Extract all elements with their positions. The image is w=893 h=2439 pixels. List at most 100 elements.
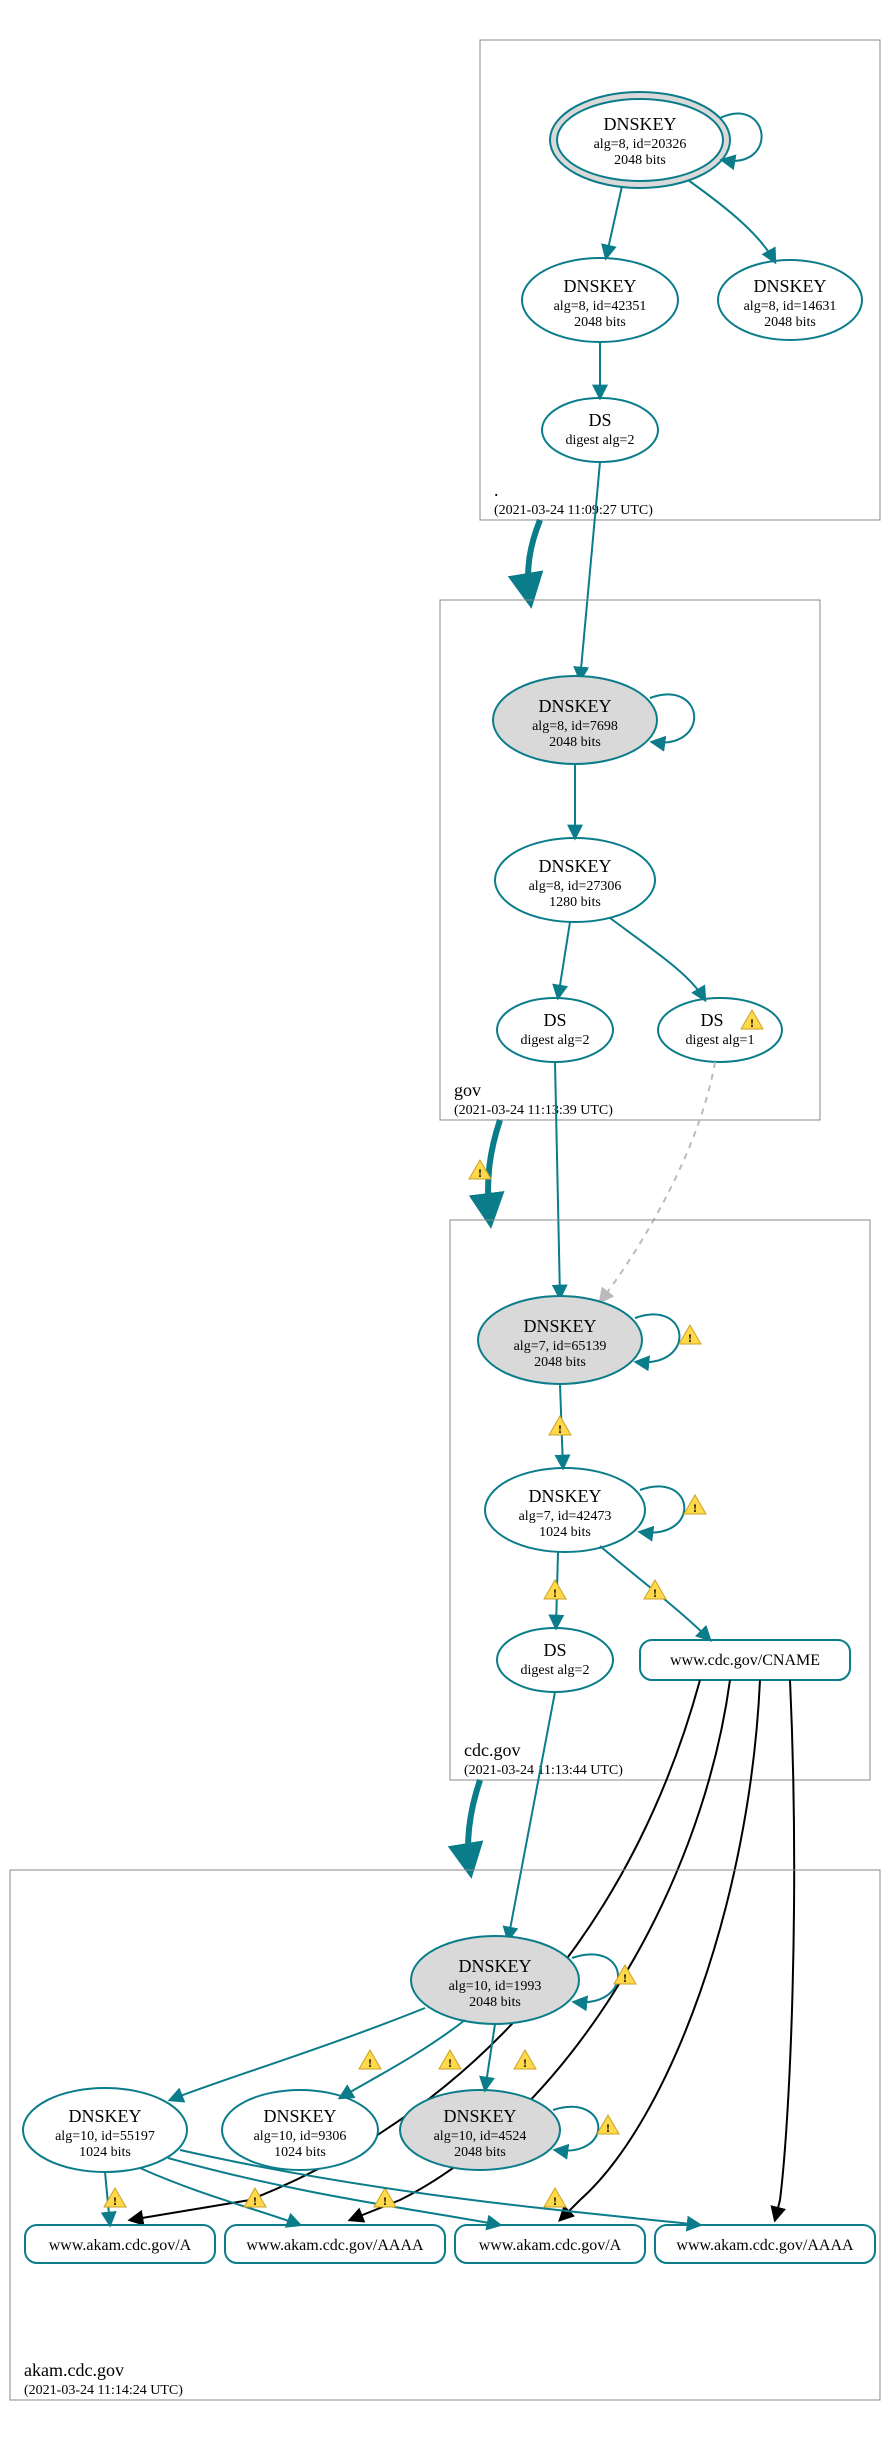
node-root-zsk: DNSKEY alg=8, id=42351 2048 bits xyxy=(522,258,678,342)
svg-text:DNSKEY: DNSKEY xyxy=(603,114,676,134)
svg-text:2048 bits: 2048 bits xyxy=(469,1995,521,2010)
edge-govzsk-ds1 xyxy=(610,918,705,1000)
svg-text:DNSKEY: DNSKEY xyxy=(263,2106,336,2126)
svg-text:alg=7, id=65139: alg=7, id=65139 xyxy=(514,1339,607,1354)
svg-text:alg=8, id=20326: alg=8, id=20326 xyxy=(594,137,687,152)
svg-text:alg=10, id=55197: alg=10, id=55197 xyxy=(55,2129,155,2144)
warning-icon xyxy=(514,2050,536,2070)
svg-text:alg=10, id=1993: alg=10, id=1993 xyxy=(449,1979,542,1994)
edge-cname-a2 xyxy=(560,1680,760,2220)
warning-icon xyxy=(679,1325,701,1345)
warning-icon xyxy=(597,2115,619,2135)
svg-text:DS: DS xyxy=(543,1010,566,1030)
svg-text:2048 bits: 2048 bits xyxy=(454,2145,506,2160)
node-akam-k2: DNSKEY alg=10, id=9306 1024 bits xyxy=(222,2090,378,2170)
edge-cdczsk-self xyxy=(640,1486,684,1532)
node-root-ksk: DNSKEY alg=8, id=20326 2048 bits xyxy=(550,92,730,188)
svg-text:DNSKEY: DNSKEY xyxy=(458,1956,531,1976)
svg-text:alg=10, id=4524: alg=10, id=4524 xyxy=(434,2129,527,2144)
svg-text:2048 bits: 2048 bits xyxy=(534,1355,586,1370)
svg-text:2048 bits: 2048 bits xyxy=(574,315,626,330)
svg-text:1024 bits: 1024 bits xyxy=(274,2145,326,2160)
svg-text:digest alg=1: digest alg=1 xyxy=(686,1033,755,1048)
zone-root-time: (2021-03-24 11:09:27 UTC) xyxy=(494,503,653,518)
zone-akam-time: (2021-03-24 11:14:24 UTC) xyxy=(24,2383,183,2398)
edge-rootksk-rootextra xyxy=(688,180,775,262)
edge-govds1-cdcksk xyxy=(600,1062,715,1302)
zone-akam-label: akam.cdc.gov xyxy=(24,2360,124,2380)
node-akam-ksk: DNSKEY alg=10, id=1993 2048 bits xyxy=(411,1936,579,2024)
edge-akamksk-k1 xyxy=(170,2008,425,2100)
edge-deleg-cdc-akam xyxy=(468,1780,480,1870)
warning-icon xyxy=(439,2050,461,2070)
edge-k1-aaaa1 xyxy=(140,2168,300,2225)
node-cdc-cname: www.cdc.gov/CNAME xyxy=(640,1640,850,1680)
svg-text:www.akam.cdc.gov/AAAA: www.akam.cdc.gov/AAAA xyxy=(246,2237,424,2254)
warning-icon xyxy=(544,2188,566,2208)
svg-text:alg=8, id=7698: alg=8, id=7698 xyxy=(532,719,618,734)
svg-text:digest alg=2: digest alg=2 xyxy=(521,1663,590,1678)
node-cdc-ds: DS digest alg=2 xyxy=(497,1628,613,1692)
svg-text:DNSKEY: DNSKEY xyxy=(538,856,611,876)
svg-text:www.akam.cdc.gov/A: www.akam.cdc.gov/A xyxy=(49,2237,192,2254)
dnssec-graph: ! . (2021-03-24 11:09:27 UTC) DNSKEY alg… xyxy=(0,0,893,2439)
svg-text:1024 bits: 1024 bits xyxy=(79,2145,131,2160)
node-akam-k3: DNSKEY alg=10, id=4524 2048 bits xyxy=(400,2090,560,2170)
node-root-ds: DS digest alg=2 xyxy=(542,398,658,462)
zone-gov-time: (2021-03-24 11:13:39 UTC) xyxy=(454,1103,613,1118)
node-rec-aaaa2: www.akam.cdc.gov/AAAA xyxy=(655,2225,875,2263)
svg-text:DNSKEY: DNSKEY xyxy=(523,1316,596,1336)
warning-icon xyxy=(684,1495,706,1515)
svg-text:www.cdc.gov/CNAME: www.cdc.gov/CNAME xyxy=(670,1652,820,1669)
warning-icon xyxy=(244,2188,266,2208)
svg-text:alg=8, id=27306: alg=8, id=27306 xyxy=(529,879,622,894)
node-akam-k1: DNSKEY alg=10, id=55197 1024 bits xyxy=(23,2088,187,2172)
svg-text:digest alg=2: digest alg=2 xyxy=(566,433,635,448)
zone-gov-label: gov xyxy=(454,1080,481,1100)
svg-text:digest alg=2: digest alg=2 xyxy=(521,1033,590,1048)
svg-text:DNSKEY: DNSKEY xyxy=(538,696,611,716)
edge-akamksk-k3 xyxy=(485,2024,495,2090)
edge-deleg-root-gov xyxy=(528,520,540,600)
warning-icon xyxy=(544,1580,566,1600)
node-cdc-zsk: DNSKEY alg=7, id=42473 1024 bits xyxy=(485,1468,645,1552)
svg-text:DS: DS xyxy=(700,1010,723,1030)
svg-text:DNSKEY: DNSKEY xyxy=(68,2106,141,2126)
svg-text:DS: DS xyxy=(543,1640,566,1660)
zone-cdc-label: cdc.gov xyxy=(464,1740,520,1760)
svg-text:DNSKEY: DNSKEY xyxy=(753,276,826,296)
node-gov-zsk: DNSKEY alg=8, id=27306 1280 bits xyxy=(495,838,655,922)
node-gov-ds1: DS digest alg=1 xyxy=(658,998,782,1062)
warning-icon xyxy=(359,2050,381,2070)
node-cdc-ksk: DNSKEY alg=7, id=65139 2048 bits xyxy=(478,1296,642,1384)
edge-deleg-gov-cdc xyxy=(488,1120,500,1220)
svg-text:2048 bits: 2048 bits xyxy=(549,735,601,750)
node-rec-aaaa1: www.akam.cdc.gov/AAAA xyxy=(225,2225,445,2263)
svg-text:alg=7, id=42473: alg=7, id=42473 xyxy=(519,1509,612,1524)
warning-icon xyxy=(644,1580,666,1600)
svg-text:1024 bits: 1024 bits xyxy=(539,1525,591,1540)
svg-text:alg=8, id=42351: alg=8, id=42351 xyxy=(554,299,647,314)
svg-text:2048 bits: 2048 bits xyxy=(764,315,816,330)
node-rec-a1: www.akam.cdc.gov/A xyxy=(25,2225,215,2263)
svg-text:1280 bits: 1280 bits xyxy=(549,895,601,910)
svg-text:alg=10, id=9306: alg=10, id=9306 xyxy=(254,2129,347,2144)
svg-text:www.akam.cdc.gov/A: www.akam.cdc.gov/A xyxy=(479,2237,622,2254)
edge-cname-aaaa2 xyxy=(775,1680,794,2220)
node-gov-ds2: DS digest alg=2 xyxy=(497,998,613,1062)
svg-text:2048 bits: 2048 bits xyxy=(614,153,666,168)
edge-govzsk-ds2 xyxy=(558,922,570,998)
warning-icon xyxy=(374,2188,396,2208)
node-gov-ksk: DNSKEY alg=8, id=7698 2048 bits xyxy=(493,676,657,764)
svg-text:DNSKEY: DNSKEY xyxy=(443,2106,516,2126)
svg-text:www.akam.cdc.gov/AAAA: www.akam.cdc.gov/AAAA xyxy=(676,2237,854,2254)
zone-cdc-time: (2021-03-24 11:13:44 UTC) xyxy=(464,1763,623,1778)
zone-root-label: . xyxy=(494,480,499,500)
node-root-extra: DNSKEY alg=8, id=14631 2048 bits xyxy=(718,260,862,340)
svg-text:alg=8, id=14631: alg=8, id=14631 xyxy=(744,299,837,314)
svg-text:DNSKEY: DNSKEY xyxy=(563,276,636,296)
edge-rootksk-rootzsk xyxy=(606,186,622,258)
warning-icon xyxy=(549,1416,571,1436)
edge-cdcds-akamksk xyxy=(508,1692,555,1940)
svg-text:DS: DS xyxy=(588,410,611,430)
